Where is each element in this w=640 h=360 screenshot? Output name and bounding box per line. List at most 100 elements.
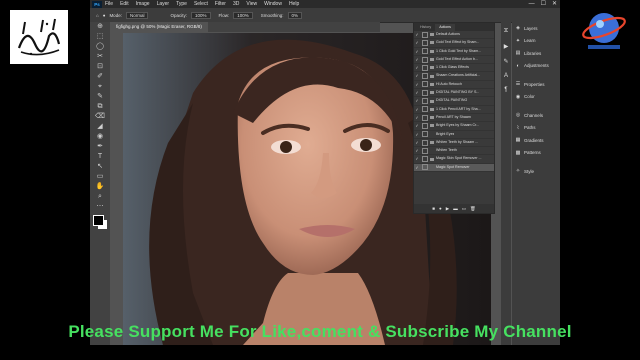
record-icon[interactable]: ● xyxy=(439,206,442,211)
toggle-check-icon[interactable]: ✓ xyxy=(414,139,420,146)
foreground-color[interactable] xyxy=(93,215,104,226)
menu-3d[interactable]: 3D xyxy=(233,0,239,8)
action-item[interactable]: ✓ Bright Eyes by Shaam Cr... xyxy=(414,122,494,131)
action-item[interactable]: ✓ Gold Text Effect Action b... xyxy=(414,56,494,65)
action-item[interactable]: ✓ DIGITAL PAINTING xyxy=(414,97,494,106)
panel-channels[interactable]: ◎ Channels xyxy=(512,109,560,122)
panel-learn[interactable]: ✦ Learn xyxy=(512,35,560,48)
action-item[interactable]: ✓ 1 Click Glass Effects xyxy=(414,64,494,73)
more-tools-icon[interactable]: ⋯ xyxy=(94,202,106,212)
menu-edit[interactable]: Edit xyxy=(120,0,129,8)
toggle-check-icon[interactable]: ✓ xyxy=(414,48,420,55)
new-set-icon[interactable]: ▬ xyxy=(453,206,458,211)
type-tool-icon[interactable]: T xyxy=(94,152,106,162)
panel-gradients[interactable]: ▦ Gradients xyxy=(512,134,560,147)
toggle-check-icon[interactable]: ✓ xyxy=(414,155,420,162)
history-icon[interactable]: ⧖ xyxy=(504,28,508,35)
action-item[interactable]: ✓ Pencil ART by Shaam xyxy=(414,114,494,123)
menu-file[interactable]: File xyxy=(105,0,113,8)
frame-tool-icon[interactable]: ⊡ xyxy=(94,62,106,72)
panel-style[interactable]: ✧ Style xyxy=(512,165,560,178)
brush-preset-icon[interactable]: ● xyxy=(103,13,106,18)
stop-icon[interactable]: ■ xyxy=(432,206,435,211)
mode-select[interactable]: Normal xyxy=(125,11,149,19)
panel-libraries[interactable]: ▤ Libraries xyxy=(512,47,560,60)
smoothing-field[interactable]: 0% xyxy=(287,11,303,19)
new-action-icon[interactable]: ▭ xyxy=(462,206,466,212)
menu-select[interactable]: Select xyxy=(194,0,208,8)
dialog-toggle-box[interactable] xyxy=(422,114,428,121)
toggle-check-icon[interactable]: ✓ xyxy=(414,164,420,171)
dialog-toggle-box[interactable] xyxy=(422,31,428,38)
action-item[interactable]: ✓ DIGITAL PAINTING BY S... xyxy=(414,89,494,98)
action-item[interactable]: ✓ Magic Skin Spot Remover ... xyxy=(414,155,494,164)
dialog-toggle-box[interactable] xyxy=(422,48,428,55)
toggle-check-icon[interactable]: ✓ xyxy=(414,106,420,113)
tab-history[interactable]: History xyxy=(416,24,435,31)
character-icon[interactable]: A xyxy=(504,73,508,79)
zoom-tool-icon[interactable]: ⌕ xyxy=(94,192,106,202)
dialog-toggle-box[interactable] xyxy=(422,64,428,71)
trash-icon[interactable]: 🗑 xyxy=(470,206,476,212)
toggle-check-icon[interactable]: ✓ xyxy=(414,97,420,104)
action-item[interactable]: ✓ Whiten Teeth by Shaam ... xyxy=(414,139,494,148)
dialog-toggle-box[interactable] xyxy=(422,122,428,129)
gradient-tool-icon[interactable]: ◢ xyxy=(94,122,106,132)
action-item[interactable]: ✓ Default Actions xyxy=(414,31,494,40)
toggle-check-icon[interactable]: ✓ xyxy=(414,39,420,46)
action-item[interactable]: ✓ Gold Text Effect by Sham... xyxy=(414,39,494,48)
color-swatches[interactable] xyxy=(93,215,107,229)
flow-field[interactable]: 100% xyxy=(233,11,253,19)
brush-settings-icon[interactable]: ✎ xyxy=(503,58,508,65)
action-item[interactable]: ✓ Magic Spot Remover xyxy=(414,163,494,173)
action-item[interactable]: ✓ 1 Click Gold Text by Sham... xyxy=(414,48,494,56)
action-item[interactable]: ✓ Shaam Creations Artificial... xyxy=(414,72,494,81)
toggle-check-icon[interactable]: ✓ xyxy=(414,81,420,88)
toggle-check-icon[interactable]: ✓ xyxy=(414,122,420,129)
panel-paths[interactable]: ⌇ Paths xyxy=(512,122,560,135)
toggle-check-icon[interactable]: ✓ xyxy=(414,72,420,79)
eyedropper-tool-icon[interactable]: ✐ xyxy=(94,72,106,82)
toggle-check-icon[interactable]: ✓ xyxy=(414,31,420,38)
brush-tool-icon[interactable]: ✎ xyxy=(94,92,106,102)
dialog-toggle-box[interactable] xyxy=(422,164,428,171)
maximize-icon[interactable]: ☐ xyxy=(541,0,546,8)
opacity-field[interactable]: 100% xyxy=(190,11,211,19)
panel-properties[interactable]: ☰ Properties xyxy=(512,78,560,91)
dialog-toggle-box[interactable] xyxy=(422,89,428,96)
toggle-check-icon[interactable]: ✓ xyxy=(414,64,420,71)
move-tool-icon[interactable]: ⊕ xyxy=(94,22,106,32)
actions-icon[interactable]: ▶ xyxy=(504,43,509,50)
dialog-toggle-box[interactable] xyxy=(422,81,428,88)
close-icon[interactable]: ✕ xyxy=(552,0,557,8)
dialog-toggle-box[interactable] xyxy=(422,39,428,46)
toggle-check-icon[interactable]: ✓ xyxy=(414,89,420,96)
menu-layer[interactable]: Layer xyxy=(157,0,170,8)
action-item[interactable]: ✓ Hi Auto Retouch xyxy=(414,81,494,90)
dialog-toggle-box[interactable] xyxy=(422,139,428,146)
toggle-check-icon[interactable]: ✓ xyxy=(414,131,420,138)
action-item[interactable]: ✓ Bright Eyes xyxy=(414,131,494,139)
menu-type[interactable]: Type xyxy=(176,0,187,8)
eraser-tool-icon[interactable]: ⌫ xyxy=(94,112,106,122)
toggle-check-icon[interactable]: ✓ xyxy=(414,114,420,121)
minimize-icon[interactable]: — xyxy=(529,0,535,8)
dialog-toggle-box[interactable] xyxy=(422,106,428,113)
action-item[interactable]: ✓ Whiten Teeth xyxy=(414,147,494,156)
pen-tool-icon[interactable]: ✒ xyxy=(94,142,106,152)
document-tab[interactable]: figfighg.png @ 50% (Magic Eraser, RGB/8) xyxy=(110,22,208,32)
dodge-tool-icon[interactable]: ◉ xyxy=(94,132,106,142)
marquee-tool-icon[interactable]: ⬚ xyxy=(94,32,106,42)
home-icon[interactable]: ⌂ xyxy=(96,13,99,18)
dialog-toggle-box[interactable] xyxy=(422,147,428,154)
menu-view[interactable]: View xyxy=(246,0,257,8)
clone-stamp-tool-icon[interactable]: ⧉ xyxy=(94,102,106,112)
photoshop-app-icon[interactable]: Ps xyxy=(92,0,102,8)
menu-window[interactable]: Window xyxy=(264,0,282,8)
dialog-toggle-box[interactable] xyxy=(422,156,428,163)
menu-image[interactable]: Image xyxy=(136,0,150,8)
dialog-toggle-box[interactable] xyxy=(422,56,428,63)
panel-adjustments[interactable]: ◐ Adjustments xyxy=(512,60,560,73)
action-item[interactable]: ✓ 1 Click Pencil ART by Sha... xyxy=(414,106,494,114)
tab-actions[interactable]: Actions xyxy=(435,24,455,31)
